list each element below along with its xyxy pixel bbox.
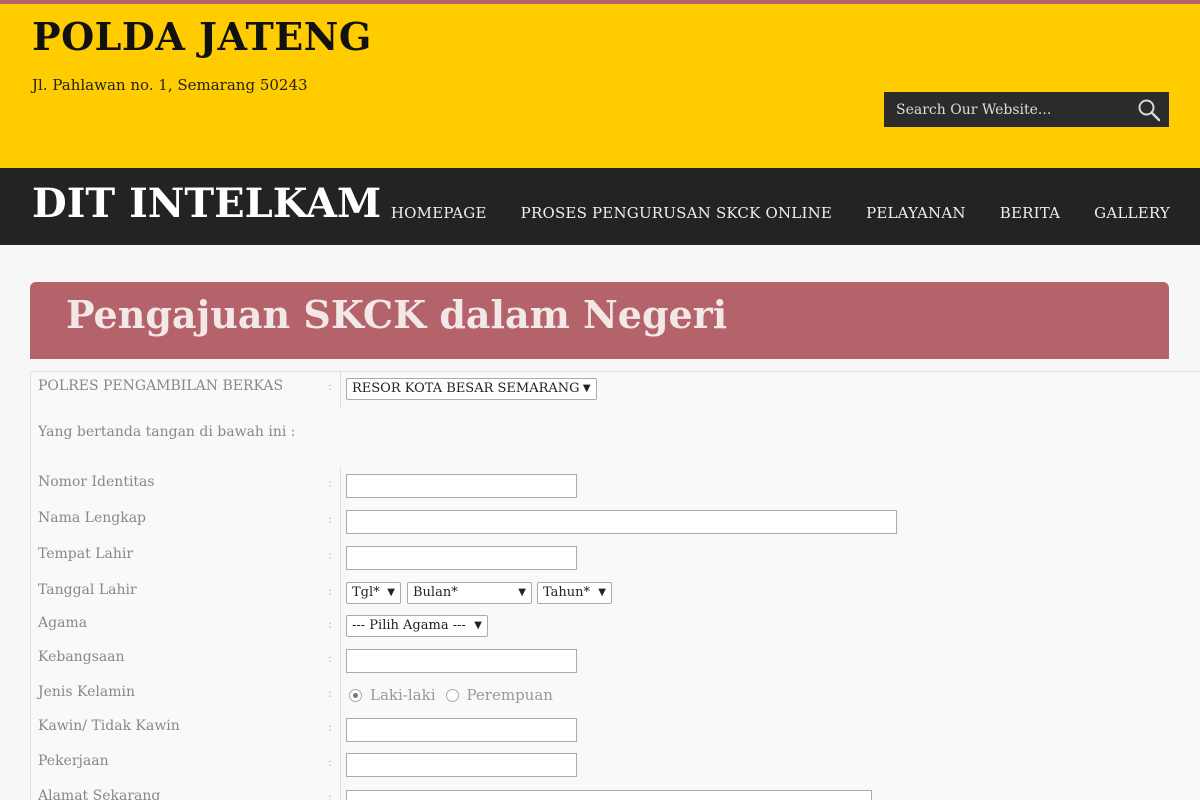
polres-select[interactable]: RESOR KOTA BESAR SEMARANG ▼ [346,378,597,400]
chevron-down-icon: ▼ [598,587,606,598]
tanggal-year-select[interactable]: Tahun* ▼ [537,582,612,604]
nama-lengkap-label: Nama Lengkap [38,510,147,526]
intro-text: Yang bertanda tangan di bawah ini : [38,424,296,440]
radio-perempuan[interactable] [445,688,459,702]
radio-perempuan-label: Perempuan [466,686,553,704]
nav-menu: HOMEPAGE PROSES PENGURUSAN SKCK ONLINE P… [391,204,1170,222]
nav-item-pelayanan[interactable]: PELAYANAN [866,204,966,222]
agama-select[interactable]: --- Pilih Agama --- ▼ [346,615,488,637]
kawin-label: Kawin/ Tidak Kawin [38,718,180,734]
nav-item-homepage[interactable]: HOMEPAGE [391,204,487,222]
tanggal-day-select[interactable]: Tgl* ▼ [346,582,401,604]
tanggal-month-select[interactable]: Bulan* ▼ [407,582,532,604]
chevron-down-icon: ▼ [518,587,526,598]
colon: : [328,476,333,490]
alamat-input[interactable] [346,790,872,800]
chevron-down-icon: ▼ [387,587,395,598]
radio-laki-laki-label: Laki-laki [370,686,436,704]
kawin-input[interactable] [346,718,577,742]
site-header: POLDA JATENG Jl. Pahlawan no. 1, Semaran… [0,4,1200,168]
site-address: Jl. Pahlawan no. 1, Semarang 50243 [32,76,308,94]
tempat-lahir-label: Tempat Lahir [38,546,134,562]
radio-laki-laki[interactable] [349,688,362,702]
nav-item-gallery[interactable]: GALLERY [1094,204,1170,222]
alamat-label: Alamat Sekarang [38,788,161,800]
colon: : [328,790,333,800]
nama-lengkap-input[interactable] [346,510,897,534]
colon: : [328,651,333,665]
search-input[interactable] [884,92,1129,127]
pekerjaan-input[interactable] [346,753,577,777]
kebangsaan-label: Kebangsaan [38,649,125,665]
form-title: Pengajuan SKCK dalam Negeri [66,292,728,337]
nav-brand: DIT INTELKAM [32,180,382,227]
agama-label: Agama [38,615,88,631]
jenis-kelamin-radio-group: Laki-laki Perempuan [349,686,553,704]
search-box [884,92,1169,127]
form-title-banner: Pengajuan SKCK dalam Negeri [30,282,1169,359]
tanggal-lahir-label: Tanggal Lahir [38,582,137,598]
chevron-down-icon: ▼ [582,383,591,394]
polres-label: POLRES PENGAMBILAN BERKAS [38,378,284,394]
chevron-down-icon: ▼ [474,620,482,631]
colon: : [328,379,333,393]
nav-item-berita[interactable]: BERITA [1000,204,1060,222]
nomor-identitas-input[interactable] [346,474,577,498]
column-separator [340,467,341,800]
colon: : [328,686,333,700]
colon: : [328,617,333,631]
tempat-lahir-input[interactable] [346,546,577,570]
search-icon[interactable] [1129,92,1169,127]
colon: : [328,584,333,598]
colon: : [328,548,333,562]
pekerjaan-label: Pekerjaan [38,753,109,769]
column-separator [340,372,341,408]
colon: : [328,720,333,734]
colon: : [328,512,333,526]
colon: : [328,755,333,769]
nomor-identitas-label: Nomor Identitas [38,474,155,490]
main-navbar: DIT INTELKAM HOMEPAGE PROSES PENGURUSAN … [0,168,1200,245]
site-title: POLDA JATENG [32,14,372,59]
skck-form: POLRES PENGAMBILAN BERKAS : RESOR KOTA B… [30,371,1200,800]
nav-item-proses-skck[interactable]: PROSES PENGURUSAN SKCK ONLINE [521,204,832,222]
jenis-kelamin-label: Jenis Kelamin [38,684,135,700]
kebangsaan-input[interactable] [346,649,577,673]
